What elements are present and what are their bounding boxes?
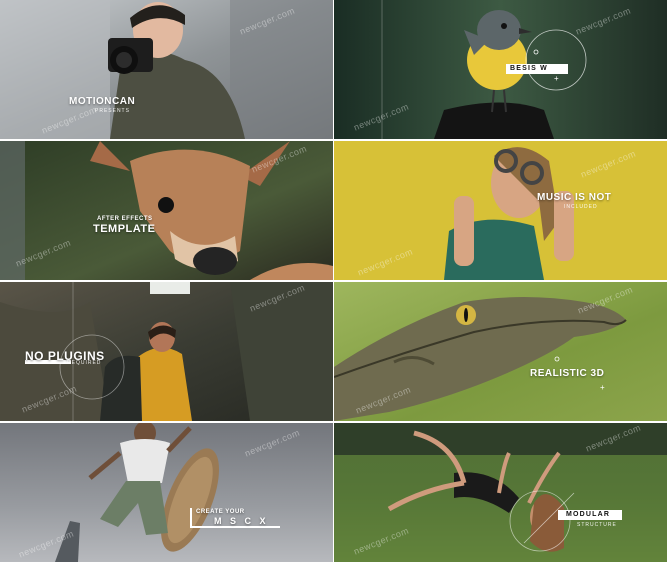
tile-subtitle: STRUCTURE — [577, 522, 617, 528]
tile-photographer: MOTIONCAN PRESENTS newcger.com newcger.c… — [0, 0, 333, 139]
tile-title-line1: CREATE YOUR — [196, 509, 245, 515]
tile-skateboarder: CREATE YOUR M S C X newcger.com newcger.… — [0, 423, 333, 562]
woman-glasses-image — [334, 141, 667, 280]
svg-text:+: + — [554, 74, 559, 83]
tile-title-line2: M S C X — [214, 516, 269, 526]
floating-woman-image — [334, 423, 667, 562]
tile-floating-woman: MODULAR STRUCTURE newcger.com newcger.co… — [334, 423, 667, 562]
photographer-image — [0, 0, 333, 139]
tile-woman-glasses: MUSIC IS NOT INCLUDED newcger.com newcge… — [334, 141, 667, 280]
tile-hiker: NO PLUGINS REQUIRED newcger.com newcger.… — [0, 282, 333, 421]
tile-title-line1: AFTER EFFECTS — [97, 216, 153, 222]
tile-subtitle: INCLUDED — [564, 204, 598, 210]
svg-text:+: + — [600, 383, 605, 392]
skateboarder-image — [0, 423, 333, 562]
tile-crocodile: + REALISTIC 3D newcger.com newcger.com — [334, 282, 667, 421]
title-bracket-horizontal — [190, 526, 280, 528]
title-bracket-vertical — [190, 508, 192, 528]
deer-image — [0, 141, 333, 280]
tile-deer: AFTER EFFECTS TEMPLATE newcger.com newcg… — [0, 141, 333, 280]
tile-subtitle: REQUIRED — [67, 360, 102, 366]
tile-subtitle: PRESENTS — [95, 108, 130, 114]
tile-title: MUSIC IS NOT — [537, 192, 612, 203]
tile-title: MOTIONCAN — [69, 96, 136, 107]
template-preview-grid: MOTIONCAN PRESENTS newcger.com newcger.c… — [0, 0, 667, 563]
tile-bird: + BESIS W newcger.com newcger.com — [334, 0, 667, 139]
tile-title: BESIS W — [510, 65, 548, 72]
tile-title: REALISTIC 3D — [530, 368, 605, 379]
bird-image: + — [334, 0, 667, 139]
tile-title: MODULAR — [566, 511, 611, 518]
crocodile-image: + — [334, 282, 667, 421]
tile-title-line2: TEMPLATE — [93, 223, 156, 235]
